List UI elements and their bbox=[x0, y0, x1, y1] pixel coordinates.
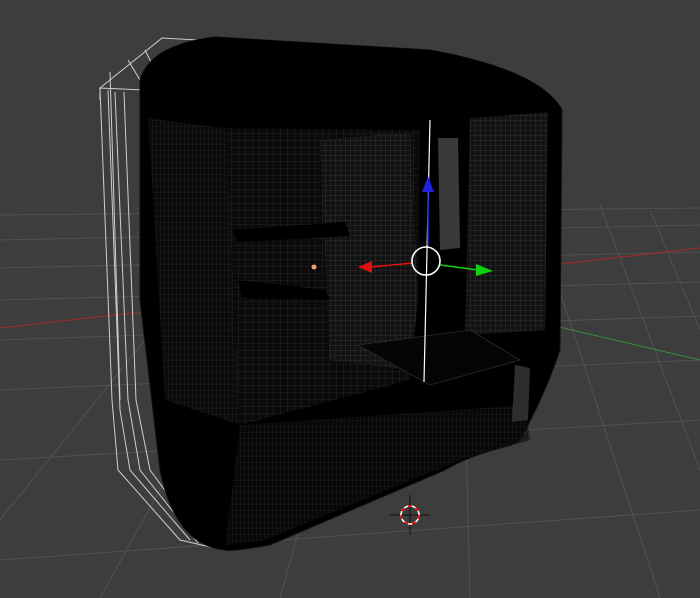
viewport-canvas[interactable] bbox=[0, 0, 700, 598]
pc-case-mesh[interactable] bbox=[139, 36, 563, 551]
3d-cursor-icon[interactable] bbox=[390, 495, 430, 535]
object-origin-icon bbox=[311, 264, 317, 270]
3d-viewport[interactable] bbox=[0, 0, 700, 598]
